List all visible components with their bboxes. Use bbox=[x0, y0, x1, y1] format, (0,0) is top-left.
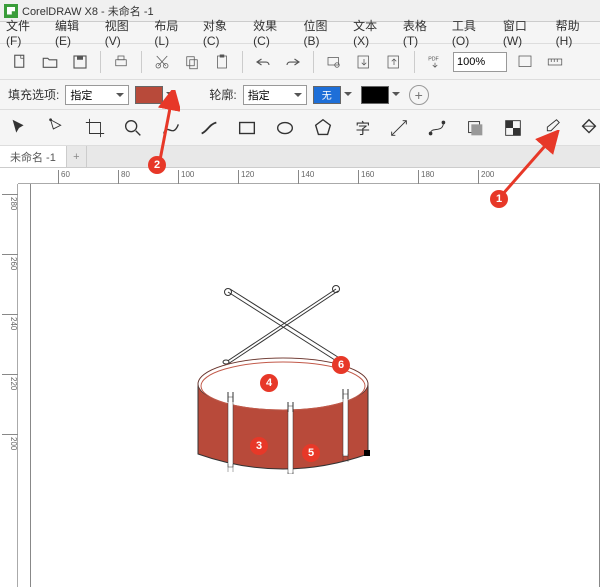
publish-pdf-button[interactable]: PDF bbox=[423, 50, 447, 74]
cut-button[interactable] bbox=[150, 50, 174, 74]
svg-text:字: 字 bbox=[356, 120, 371, 137]
open-button[interactable] bbox=[38, 50, 62, 74]
connector-tool[interactable] bbox=[426, 115, 448, 141]
freehand-tool[interactable] bbox=[160, 115, 182, 141]
ruler-tick: 260 bbox=[2, 254, 18, 270]
print-button[interactable] bbox=[109, 50, 133, 74]
property-bar: 填充选项: 指定 轮廓: 指定 无 + bbox=[0, 80, 600, 110]
paste-button[interactable] bbox=[210, 50, 234, 74]
document-tab[interactable]: 未命名 -1 bbox=[0, 146, 67, 167]
menu-window[interactable]: 窗口(W) bbox=[503, 17, 544, 48]
separator bbox=[141, 51, 142, 73]
ruler-tick: 280 bbox=[2, 194, 18, 210]
zoom-input[interactable] bbox=[453, 52, 507, 72]
outline-swatch bbox=[361, 86, 389, 104]
polygon-tool[interactable] bbox=[312, 115, 334, 141]
svg-text:PDF: PDF bbox=[428, 56, 439, 62]
ruler-tick: 220 bbox=[2, 374, 18, 390]
rulers-button[interactable] bbox=[543, 50, 567, 74]
rectangle-tool[interactable] bbox=[236, 115, 258, 141]
menu-object[interactable]: 对象(C) bbox=[203, 17, 241, 48]
ruler-tick: 180 bbox=[418, 170, 434, 184]
outline-combo[interactable]: 指定 bbox=[243, 85, 307, 105]
separator bbox=[313, 51, 314, 73]
separator bbox=[100, 51, 101, 73]
transparency-tool[interactable] bbox=[502, 115, 524, 141]
marker-5: 5 bbox=[302, 444, 320, 462]
ruler-tick: 80 bbox=[118, 170, 130, 184]
marker-1: 1 bbox=[490, 190, 508, 208]
zoom-tool[interactable] bbox=[122, 115, 144, 141]
separator bbox=[242, 51, 243, 73]
drop-shadow-tool[interactable] bbox=[464, 115, 486, 141]
menu-tools[interactable]: 工具(O) bbox=[452, 17, 491, 48]
document-tabs: 未命名 -1 + bbox=[0, 146, 600, 168]
pick-tool[interactable] bbox=[8, 115, 30, 141]
outline-label: 轮廓: bbox=[209, 86, 236, 103]
fill-swatch bbox=[135, 86, 163, 104]
none-swatch: 无 bbox=[313, 86, 341, 104]
menu-file[interactable]: 文件(F) bbox=[6, 17, 43, 48]
outline-none-picker[interactable]: 无 bbox=[313, 86, 355, 104]
shape-tool[interactable] bbox=[46, 115, 68, 141]
undo-button[interactable] bbox=[251, 50, 275, 74]
marker-6: 6 bbox=[332, 356, 350, 374]
separator bbox=[414, 51, 415, 73]
ruler-vertical: 280 260 240 220 200 bbox=[0, 184, 18, 587]
ruler-tick: 160 bbox=[358, 170, 374, 184]
ruler-tick: 240 bbox=[2, 314, 18, 330]
search-button[interactable] bbox=[322, 50, 346, 74]
save-button[interactable] bbox=[68, 50, 92, 74]
ruler-tick: 100 bbox=[178, 170, 194, 184]
interactive-fill-tool[interactable] bbox=[578, 115, 600, 141]
toolbox-bar: 字 bbox=[0, 110, 600, 146]
add-tab-button[interactable]: + bbox=[67, 146, 87, 167]
ruler-horizontal: 60 80 100 120 140 160 180 200 bbox=[18, 168, 600, 184]
eyedropper-tool[interactable] bbox=[540, 115, 562, 141]
ruler-tick: 200 bbox=[2, 434, 18, 450]
ruler-tick: 200 bbox=[478, 170, 494, 184]
import-button[interactable] bbox=[352, 50, 376, 74]
standard-toolbar: PDF bbox=[0, 44, 600, 80]
export-button[interactable] bbox=[382, 50, 406, 74]
menu-edit[interactable]: 编辑(E) bbox=[55, 17, 93, 48]
marker-4: 4 bbox=[260, 374, 278, 392]
ellipse-tool[interactable] bbox=[274, 115, 296, 141]
ruler-tick: 140 bbox=[298, 170, 314, 184]
app-logo-icon bbox=[4, 4, 18, 18]
menu-table[interactable]: 表格(T) bbox=[403, 17, 440, 48]
crop-tool[interactable] bbox=[84, 115, 106, 141]
text-tool[interactable]: 字 bbox=[350, 115, 372, 141]
fill-combo[interactable]: 指定 bbox=[65, 85, 129, 105]
marker-2: 2 bbox=[148, 156, 166, 174]
redo-button[interactable] bbox=[281, 50, 305, 74]
marker-3: 3 bbox=[250, 437, 268, 455]
menu-bar: 文件(F) 编辑(E) 视图(V) 布局(L) 对象(C) 效果(C) 位图(B… bbox=[0, 22, 600, 44]
ruler-tick: 120 bbox=[238, 170, 254, 184]
menu-bitmaps[interactable]: 位图(B) bbox=[303, 17, 341, 48]
drawing-canvas[interactable]: 3 4 5 6 DDJM 软件自学网 WWW.RJZXW.COM bbox=[18, 184, 600, 587]
outline-color-picker[interactable] bbox=[361, 86, 403, 104]
menu-help[interactable]: 帮助(H) bbox=[556, 17, 594, 48]
new-button[interactable] bbox=[8, 50, 32, 74]
menu-effects[interactable]: 效果(C) bbox=[253, 17, 291, 48]
menu-view[interactable]: 视图(V) bbox=[105, 17, 143, 48]
menu-layout[interactable]: 布局(L) bbox=[154, 17, 190, 48]
menu-text[interactable]: 文本(X) bbox=[353, 17, 391, 48]
drum-illustration[interactable] bbox=[178, 254, 388, 474]
parallel-dimension-tool[interactable] bbox=[388, 115, 410, 141]
add-preset-button[interactable]: + bbox=[409, 85, 429, 105]
fill-color-picker[interactable] bbox=[135, 86, 177, 104]
fullscreen-button[interactable] bbox=[513, 50, 537, 74]
ruler-tick: 60 bbox=[58, 170, 70, 184]
copy-button[interactable] bbox=[180, 50, 204, 74]
fill-options-label: 填充选项: bbox=[8, 86, 59, 103]
artistic-media-tool[interactable] bbox=[198, 115, 220, 141]
